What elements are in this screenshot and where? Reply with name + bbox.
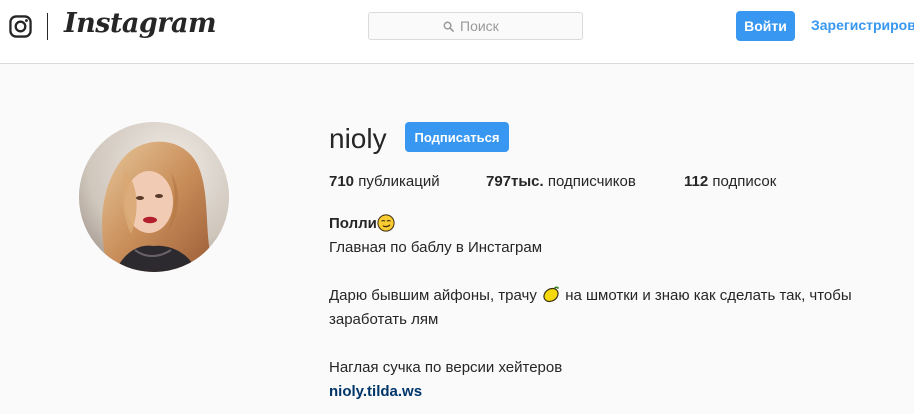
bio-line-2: Дарю бывшим айфоны, трачу на шмотки и зн… [329, 284, 889, 308]
search-icon [443, 21, 454, 32]
smirking-face-emoji-icon [377, 214, 395, 232]
posts-stat: 710 публикаций [329, 172, 440, 192]
search-input[interactable] [460, 18, 508, 34]
follow-button[interactable]: Подписаться [405, 122, 509, 152]
instagram-glyph-icon[interactable] [9, 15, 32, 38]
logo-divider [47, 13, 48, 40]
bio-line-3: заработать лям [329, 311, 439, 328]
bio-line-2-start: Дарю бывшим айфоны, трачу [329, 287, 537, 304]
bio-line-2-end: на шмотки и знаю как сделать так, чтобы [565, 287, 852, 304]
bio-display-name: Полли [329, 215, 377, 232]
following-count: 112 [684, 173, 709, 190]
profile-username: nioly [329, 123, 387, 154]
login-button[interactable]: Войти [736, 11, 795, 41]
followers-count: 797тыс. [486, 173, 544, 190]
bio-website-link[interactable]: nioly.tilda.ws [329, 383, 422, 400]
instagram-wordmark[interactable]: Instagram [64, 8, 217, 39]
top-nav-bar: Instagram Войти Зарегистрироваться [0, 0, 914, 64]
search-box[interactable] [368, 12, 583, 40]
profile-avatar[interactable] [79, 122, 229, 272]
signup-link[interactable]: Зарегистрироваться [811, 17, 914, 33]
posts-label: публикаций [358, 173, 440, 190]
bio-line-4: Наглая сучка по версии хейтеров [329, 359, 563, 376]
followers-label: подписчиков [547, 173, 636, 190]
following-label: подписок [712, 173, 777, 190]
bio-line-1: Главная по баблу в Инстаграм [329, 239, 543, 256]
bio-name-line: Полли [329, 212, 889, 236]
posts-count: 710 [329, 173, 355, 190]
followers-stat[interactable]: 797тыс. подписчиков [486, 172, 636, 192]
lemon-emoji-icon [543, 286, 560, 303]
profile-photo [79, 122, 229, 272]
profile-bio: Полли Главная по баблу в Инстаграм Дарю … [329, 212, 889, 404]
following-stat[interactable]: 112 подписок [684, 172, 776, 192]
